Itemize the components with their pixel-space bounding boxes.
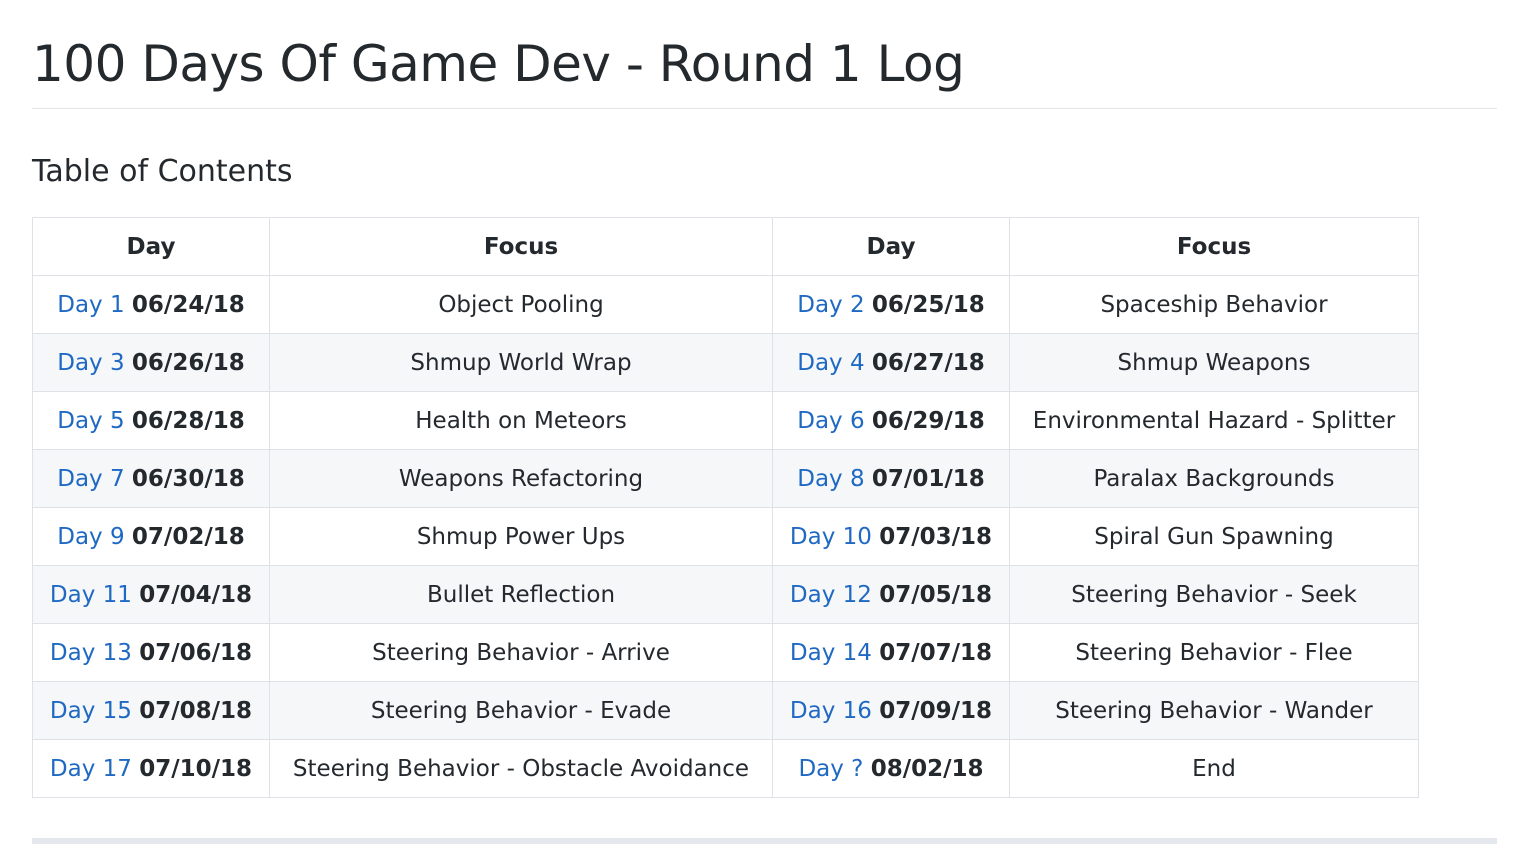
day-date: 06/27/18 xyxy=(871,349,985,376)
day-link[interactable]: Day 8 xyxy=(797,466,864,492)
focus-cell: Shmup World Wrap xyxy=(269,333,773,392)
focus-cell: Spiral Gun Spawning xyxy=(1009,507,1419,566)
table-row: Day 1 06/24/18 Object Pooling Day 2 06/25/… xyxy=(32,275,1419,334)
day-link[interactable]: Day 3 xyxy=(57,350,124,376)
day-cell: Day 10 07/03/18 xyxy=(772,507,1010,566)
day-link[interactable]: Day 14 xyxy=(790,640,872,666)
day-cell: Day 5 06/28/18 xyxy=(32,391,270,450)
focus-cell: End xyxy=(1009,739,1419,798)
day-link[interactable]: Day 15 xyxy=(50,698,132,724)
title-divider xyxy=(32,108,1497,109)
day-cell: Day 14 07/07/18 xyxy=(772,623,1010,682)
focus-cell: Spaceship Behavior xyxy=(1009,275,1419,334)
day-date: 07/02/18 xyxy=(131,523,245,550)
focus-cell: Environmental Hazard - Splitter xyxy=(1009,391,1419,450)
table-row: Day 17 07/10/18 Steering Behavior - Obsta… xyxy=(32,739,1419,798)
focus-cell: Health on Meteors xyxy=(269,391,773,450)
focus-cell: Bullet Reflection xyxy=(269,565,773,624)
day-date: 06/24/18 xyxy=(131,291,245,318)
table-row: Day 13 07/06/18 Steering Behavior - Arriv… xyxy=(32,623,1419,682)
day-cell: Day 16 07/09/18 xyxy=(772,681,1010,740)
day-link[interactable]: Day 2 xyxy=(797,292,864,318)
focus-cell: Shmup Weapons xyxy=(1009,333,1419,392)
day-link[interactable]: Day 10 xyxy=(790,524,872,550)
table-row: Day 15 07/08/18 Steering Behavior - Evade… xyxy=(32,681,1419,740)
day-date: 07/03/18 xyxy=(879,523,993,550)
focus-cell: Steering Behavior - Evade xyxy=(269,681,773,740)
day-cell: Day 6 06/29/18 xyxy=(772,391,1010,450)
day-date: 06/26/18 xyxy=(131,349,245,376)
focus-cell: Shmup Power Ups xyxy=(269,507,773,566)
day-cell: Day ? 08/02/18 xyxy=(772,739,1010,798)
header-day: Day xyxy=(772,217,1010,276)
day-cell: Day 11 07/04/18 xyxy=(32,565,270,624)
day-link[interactable]: Day 13 xyxy=(50,640,132,666)
focus-cell: Steering Behavior - Flee xyxy=(1009,623,1419,682)
day-cell: Day 2 06/25/18 xyxy=(772,275,1010,334)
table-row: Day 3 06/26/18 Shmup World Wrap Day 4 06/2… xyxy=(32,333,1419,392)
day-link[interactable]: Day 9 xyxy=(57,524,124,550)
day-cell: Day 12 07/05/18 xyxy=(772,565,1010,624)
day-date: 07/01/18 xyxy=(871,465,985,492)
day-link[interactable]: Day ? xyxy=(798,756,863,782)
day-link[interactable]: Day 4 xyxy=(797,350,864,376)
toc-table: Day Focus Day Focus Day 1 06/24/18 Object… xyxy=(32,217,1419,798)
day-link[interactable]: Day 5 xyxy=(57,408,124,434)
day-link[interactable]: Day 1 xyxy=(57,292,124,318)
day-link[interactable]: Day 6 xyxy=(797,408,864,434)
day-link[interactable]: Day 7 xyxy=(57,466,124,492)
day-cell: Day 15 07/08/18 xyxy=(32,681,270,740)
day-link[interactable]: Day 17 xyxy=(50,756,132,782)
page-title: 100 Days Of Game Dev - Round 1 Log xyxy=(32,35,965,93)
header-day: Day xyxy=(32,217,270,276)
toc-heading: Table of Contents xyxy=(32,154,293,189)
day-cell: Day 8 07/01/18 xyxy=(772,449,1010,508)
focus-cell: Steering Behavior - Obstacle Avoidance xyxy=(269,739,773,798)
table-row: Day 5 06/28/18 Health on Meteors Day 6 06/… xyxy=(32,391,1419,450)
day-date: 07/06/18 xyxy=(139,639,253,666)
table-row: Day 11 07/04/18 Bullet Reflection Day 12 0… xyxy=(32,565,1419,624)
day-link[interactable]: Day 12 xyxy=(790,582,872,608)
day-cell: Day 4 06/27/18 xyxy=(772,333,1010,392)
header-focus: Focus xyxy=(269,217,773,276)
day-date: 07/04/18 xyxy=(139,581,253,608)
day-date: 07/10/18 xyxy=(139,755,253,782)
focus-cell: Weapons Refactoring xyxy=(269,449,773,508)
day-date: 07/07/18 xyxy=(879,639,993,666)
day-link[interactable]: Day 11 xyxy=(50,582,132,608)
page: 100 Days Of Game Dev - Round 1 Log Table… xyxy=(0,0,1526,868)
focus-cell: Steering Behavior - Seek xyxy=(1009,565,1419,624)
day-cell: Day 9 07/02/18 xyxy=(32,507,270,566)
day-date: 06/28/18 xyxy=(131,407,245,434)
day-date: 07/09/18 xyxy=(879,697,993,724)
table-header-row: Day Focus Day Focus xyxy=(32,217,1419,276)
day-date: 06/25/18 xyxy=(871,291,985,318)
day-cell: Day 7 06/30/18 xyxy=(32,449,270,508)
day-cell: Day 17 07/10/18 xyxy=(32,739,270,798)
horizontal-scrollbar[interactable] xyxy=(32,838,1497,844)
day-date: 06/30/18 xyxy=(131,465,245,492)
focus-cell: Object Pooling xyxy=(269,275,773,334)
day-cell: Day 1 06/24/18 xyxy=(32,275,270,334)
table-row: Day 7 06/30/18 Weapons Refactoring Day 8 0… xyxy=(32,449,1419,508)
focus-cell: Paralax Backgrounds xyxy=(1009,449,1419,508)
header-focus: Focus xyxy=(1009,217,1419,276)
day-date: 07/08/18 xyxy=(139,697,253,724)
day-date: 08/02/18 xyxy=(870,755,984,782)
day-cell: Day 3 06/26/18 xyxy=(32,333,270,392)
day-date: 07/05/18 xyxy=(879,581,993,608)
table-body: Day 1 06/24/18 Object Pooling Day 2 06/25/… xyxy=(32,275,1419,798)
table-row: Day 9 07/02/18 Shmup Power Ups Day 10 07/0… xyxy=(32,507,1419,566)
day-date: 06/29/18 xyxy=(871,407,985,434)
focus-cell: Steering Behavior - Wander xyxy=(1009,681,1419,740)
focus-cell: Steering Behavior - Arrive xyxy=(269,623,773,682)
day-link[interactable]: Day 16 xyxy=(790,698,872,724)
day-cell: Day 13 07/06/18 xyxy=(32,623,270,682)
